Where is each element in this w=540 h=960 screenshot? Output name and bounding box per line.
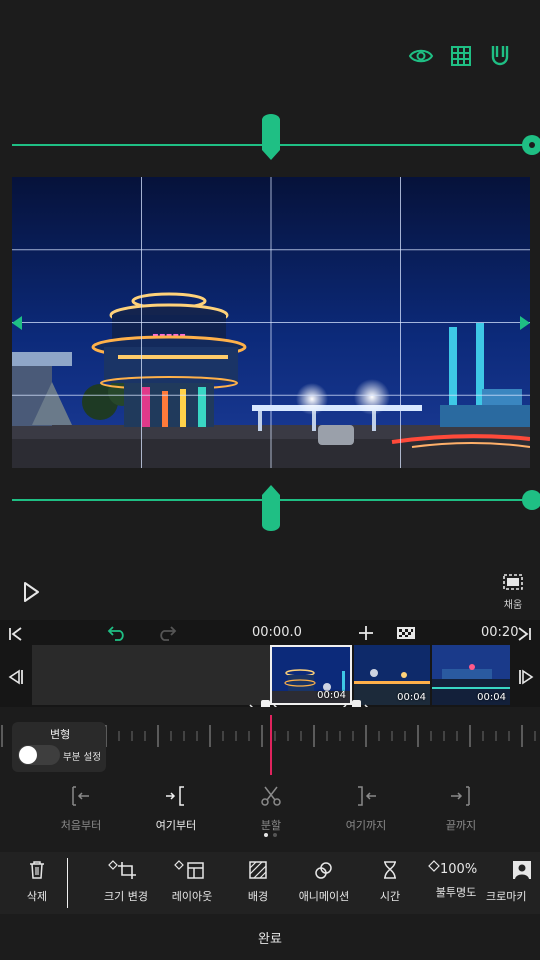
empty-track-area <box>32 645 270 705</box>
right-top-handle[interactable] <box>520 133 540 157</box>
skip-start-icon[interactable] <box>8 626 24 642</box>
partial-setting-toggle[interactable] <box>18 745 60 765</box>
fill-icon <box>503 574 523 590</box>
keyframe-diamond-icon <box>428 860 440 872</box>
trim-end-button[interactable]: 끝까지 <box>421 785 501 833</box>
opacity-value: 100% <box>440 862 478 877</box>
chroma-key-label: 크로마키 <box>486 890 527 903</box>
next-clip-icon[interactable] <box>518 669 534 685</box>
clip[interactable]: 00:04 <box>432 645 510 705</box>
playhead[interactable] <box>270 715 272 775</box>
clip-duration: 00:04 <box>477 692 506 703</box>
trim-end-icon <box>451 786 470 806</box>
redo-icon[interactable] <box>157 625 177 641</box>
from-here-button[interactable]: 여기부터 <box>136 785 216 833</box>
chroma-key-button[interactable]: 크로마키 <box>482 860 540 904</box>
done-button[interactable]: 완료 <box>0 914 540 960</box>
toolbar-divider <box>67 858 68 908</box>
to-here-button[interactable]: 여기까지 <box>326 785 406 833</box>
hourglass-icon <box>384 861 396 879</box>
edit-label: 여기부터 <box>155 819 197 832</box>
timeline-header: 00:00.0 00:20 <box>0 620 540 646</box>
edit-label: 여기까지 <box>345 819 387 832</box>
edit-label: 분할 <box>260 819 282 832</box>
fill-button[interactable]: 채움 <box>495 572 531 611</box>
page-indicator <box>264 833 278 837</box>
play-icon[interactable] <box>20 580 42 604</box>
clip[interactable]: 00:04 <box>354 645 430 705</box>
edit-label: 끝까지 <box>445 819 477 832</box>
current-time: 00:00.0 <box>252 625 302 640</box>
transform-panel: 변형 부분 설정 <box>12 722 106 772</box>
background-icon <box>249 861 267 879</box>
center-markers <box>12 316 530 330</box>
skip-end-icon[interactable] <box>516 626 534 642</box>
transition-icon[interactable] <box>397 627 415 639</box>
clip-selected[interactable]: 00:04 <box>270 645 352 705</box>
total-time: 00:20 <box>481 625 519 640</box>
preview-area: ▪▪▪▪▪ <box>0 0 540 620</box>
trim-start-icon <box>72 786 89 806</box>
trim-start-button[interactable]: 처음부터 <box>41 785 121 833</box>
to-here-icon <box>358 786 376 806</box>
clip-duration: 00:04 <box>397 692 426 703</box>
layout-icon <box>174 860 204 879</box>
top-handle[interactable] <box>260 114 282 160</box>
scissors-icon <box>261 786 281 806</box>
split-button[interactable]: 분할 <box>231 785 311 833</box>
delete-button[interactable]: 삭제 <box>0 860 77 904</box>
partial-setting-label: 부분 설정 <box>63 752 101 763</box>
fill-label: 채움 <box>503 600 523 611</box>
bottom-toolbar: 삭제 크기 변경 레이아웃 배경 애니메이션 시간 100% 불투명도 크로마키 <box>0 852 540 914</box>
crop-icon <box>108 860 136 879</box>
trash-icon <box>30 861 44 879</box>
transform-title: 변형 <box>50 728 71 741</box>
bottom-handle[interactable] <box>260 485 282 531</box>
add-icon[interactable] <box>358 625 374 641</box>
from-here-icon <box>166 786 184 806</box>
prev-clip-icon[interactable] <box>8 669 24 685</box>
done-label: 완료 <box>258 931 282 947</box>
delete-label: 삭제 <box>26 890 48 903</box>
animation-icon <box>315 862 332 879</box>
edit-label: 처음부터 <box>60 819 102 832</box>
timeline-track: 00:04 00:04 00:04 <box>0 645 540 707</box>
right-bottom-handle[interactable] <box>520 488 540 512</box>
undo-icon[interactable] <box>107 625 127 641</box>
chroma-key-icon <box>513 861 531 879</box>
